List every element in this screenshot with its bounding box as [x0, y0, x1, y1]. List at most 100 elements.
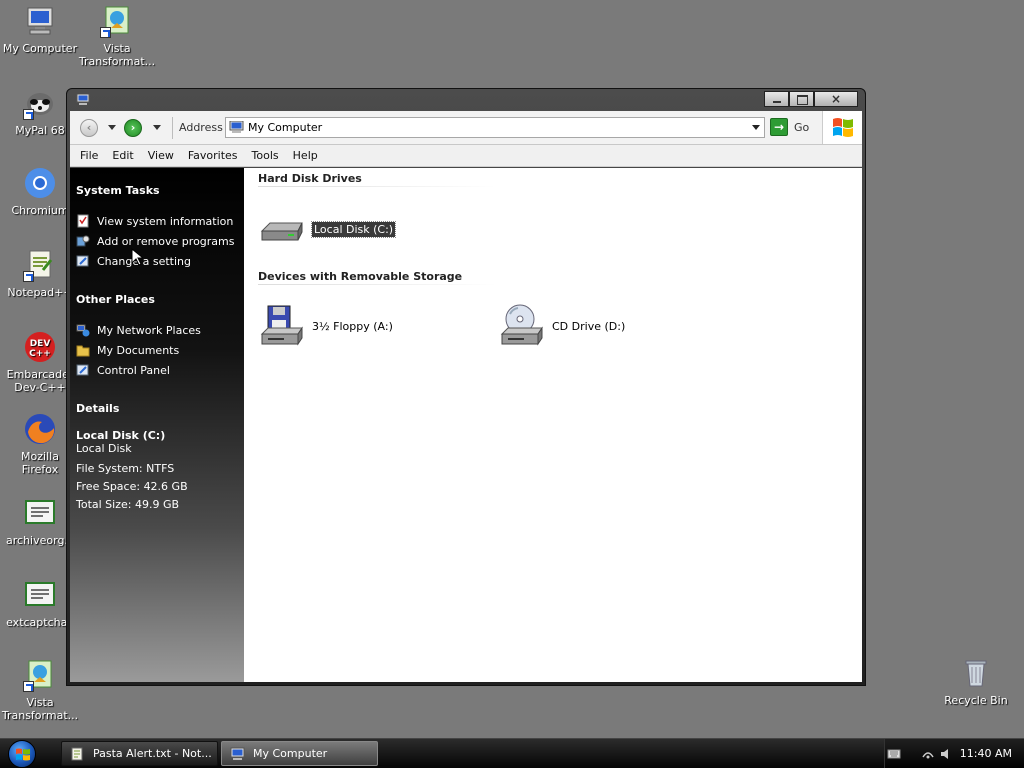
other-places-header[interactable]: Other Places: [76, 293, 238, 306]
system-tray: 11:40 AM: [884, 739, 1024, 768]
details-header[interactable]: Details: [76, 402, 238, 415]
go-arrow-icon: →: [770, 118, 788, 136]
windows-flag-icon: [833, 118, 853, 137]
floppy-drive-icon: [260, 305, 303, 346]
menu-tools[interactable]: Tools: [252, 149, 279, 162]
task-change-a-setting[interactable]: Change a setting: [76, 251, 238, 271]
forward-button[interactable]: ›: [124, 119, 142, 137]
control-panel-icon: [76, 363, 90, 377]
system-tasks-section: System Tasks View system information Add…: [76, 184, 238, 271]
my-computer-icon: [230, 747, 245, 761]
forward-arrow-icon: ›: [130, 121, 136, 134]
add-remove-programs-icon: [76, 234, 90, 248]
cd-drive-icon: [500, 304, 543, 346]
address-value: My Computer: [248, 121, 323, 134]
recycle-bin-icon: [959, 656, 993, 690]
certificate-icon: [23, 496, 57, 530]
keyboard-icon[interactable]: [887, 747, 901, 761]
place-my-documents[interactable]: My Documents: [76, 340, 238, 360]
shortcut-arrow-icon: [23, 109, 34, 120]
desktop-icon-vista-transformation[interactable]: Vista Transformat...: [77, 4, 157, 68]
firefox-icon: [23, 412, 57, 446]
maximize-button[interactable]: [789, 91, 814, 107]
shortcut-arrow-icon: [100, 27, 111, 38]
network-status-icon[interactable]: [921, 747, 935, 761]
drive-label: CD Drive (D:): [552, 319, 626, 333]
go-button[interactable]: → Go: [770, 118, 814, 138]
notepad-plus-plus-icon: [70, 747, 85, 761]
menu-favorites[interactable]: Favorites: [188, 149, 238, 162]
chromium-icon: [23, 166, 57, 200]
menu-file[interactable]: File: [80, 149, 98, 162]
details-name: Local Disk (C:): [76, 429, 166, 442]
desktop-icon-label: Vista Transformat...: [78, 42, 156, 68]
details-file-system: File System: NTFS: [76, 462, 175, 475]
drive-local-disk-c[interactable]: Local Disk (C:): [258, 205, 498, 253]
vista-transformation-icon: [23, 658, 57, 692]
taskbar-button-label: My Computer: [253, 747, 328, 760]
system-clock[interactable]: 11:40 AM: [960, 747, 1012, 760]
toolbar: ‹ › Address My Computer → Go: [70, 111, 862, 145]
place-control-panel[interactable]: Control Panel: [76, 360, 238, 380]
drive-floppy-a[interactable]: 3½ Floppy (A:): [258, 302, 498, 350]
dev-cpp-icon: DEV C++: [23, 330, 57, 364]
task-label: View system information: [97, 214, 234, 228]
menu-help[interactable]: Help: [293, 149, 318, 162]
drive-cd-d[interactable]: CD Drive (D:): [498, 302, 738, 350]
toolbar-separator: [172, 117, 173, 139]
my-computer-icon: [76, 93, 90, 106]
file-view[interactable]: Hard Disk Drives Local Disk (C:) Devices…: [244, 168, 862, 682]
task-label: Change a setting: [97, 254, 191, 268]
task-add-remove-programs[interactable]: Add or remove programs: [76, 231, 238, 251]
volume-icon[interactable]: [939, 747, 953, 761]
drive-label: 3½ Floppy (A:): [312, 319, 393, 333]
shortcut-arrow-icon: [23, 681, 34, 692]
minimize-button[interactable]: [764, 91, 789, 107]
folder-icon: [76, 343, 90, 357]
start-button[interactable]: [8, 740, 36, 768]
menu-view[interactable]: View: [148, 149, 174, 162]
address-label: Address: [179, 121, 223, 134]
desktop-icon-label: My Computer: [2, 42, 78, 55]
window-titlebar[interactable]: ×: [70, 89, 862, 111]
explorer-window[interactable]: × ‹ › Address My Computer → Go File Edit…: [66, 88, 866, 686]
details-section: Details Local Disk (C:) Local Disk File …: [76, 402, 238, 514]
taskbar-button-notepad[interactable]: Pasta Alert.txt - Not...: [61, 741, 218, 766]
vista-transformation-icon: [100, 4, 134, 38]
back-button[interactable]: ‹: [80, 119, 98, 137]
other-places-section: Other Places My Network Places My Docume…: [76, 293, 238, 380]
back-history-dropdown[interactable]: [108, 125, 116, 130]
close-icon: ×: [830, 92, 842, 106]
back-arrow-icon: ‹: [86, 121, 92, 134]
mypal-icon: [23, 86, 57, 120]
go-label: Go: [794, 121, 810, 134]
desktop-icon-recycle-bin[interactable]: Recycle Bin: [936, 656, 1016, 707]
svg-text:C++: C++: [29, 349, 51, 359]
place-my-network-places[interactable]: My Network Places: [76, 320, 238, 340]
task-view-system-information[interactable]: View system information: [76, 211, 238, 231]
address-dropdown-icon[interactable]: [752, 125, 760, 130]
hard-disk-icon: [260, 222, 303, 241]
place-label: Control Panel: [97, 363, 170, 377]
desktop-icon-label: Recycle Bin: [944, 694, 1008, 707]
taskbar: Pasta Alert.txt - Not... My Computer 11:…: [0, 738, 1024, 768]
address-bar[interactable]: My Computer: [225, 117, 765, 138]
task-label: Add or remove programs: [97, 234, 235, 248]
taskbar-button-label: Pasta Alert.txt - Not...: [93, 747, 212, 760]
drive-label: Local Disk (C:): [310, 220, 397, 238]
forward-history-dropdown[interactable]: [153, 125, 161, 130]
group-header-hard-disk-drives: Hard Disk Drives: [258, 172, 496, 188]
desktop-icon-my-computer[interactable]: My Computer: [0, 4, 80, 55]
system-information-icon: [76, 214, 90, 228]
notepad-plus-plus-icon: [23, 248, 57, 282]
windows-logo: [822, 111, 862, 144]
taskbar-button-my-computer[interactable]: My Computer: [221, 741, 378, 766]
removable-storage-row: 3½ Floppy (A:) CD Drive (D:): [258, 286, 862, 366]
details-total-size: Total Size: 49.9 GB: [76, 498, 180, 511]
menu-edit[interactable]: Edit: [112, 149, 133, 162]
system-tasks-header[interactable]: System Tasks: [76, 184, 238, 197]
mouse-cursor-icon: [131, 248, 143, 266]
close-button[interactable]: ×: [814, 91, 858, 107]
group-header-removable-storage: Devices with Removable Storage: [258, 270, 496, 286]
hard-disk-drives-row: Local Disk (C:): [258, 188, 862, 270]
